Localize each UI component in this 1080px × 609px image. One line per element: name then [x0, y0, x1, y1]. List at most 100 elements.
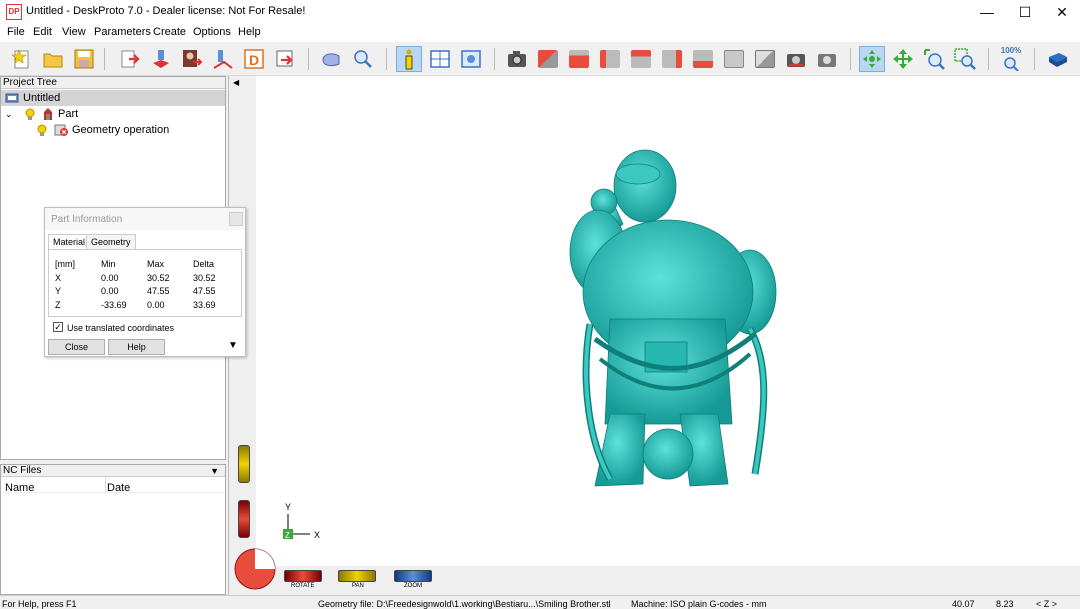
status-help: For Help, press F1 — [2, 599, 77, 609]
row-max: 47.55 — [147, 286, 170, 296]
status-coord-2: 8.23 — [996, 599, 1014, 609]
import-geometry-icon[interactable] — [117, 46, 143, 72]
collapse-left-icon[interactable]: ◀ — [233, 78, 239, 87]
new-file-icon[interactable] — [9, 46, 35, 72]
tab-geometry[interactable]: Geometry — [86, 234, 136, 250]
lightbulb-icon[interactable] — [23, 107, 37, 121]
view-iso-icon[interactable] — [535, 46, 561, 72]
expand-arrow-icon[interactable]: ▼ — [228, 340, 238, 351]
pan-label: PAN — [352, 583, 364, 589]
vector-icon[interactable] — [210, 46, 236, 72]
bitmap-icon[interactable] — [179, 46, 205, 72]
menu-help[interactable]: Help — [238, 26, 261, 38]
dropdown-arrow-icon[interactable]: ▼ — [210, 465, 219, 477]
zoom-window-icon[interactable] — [952, 46, 978, 72]
3d-viewport[interactable] — [232, 76, 1080, 595]
menu-parameters[interactable]: Parameters — [94, 26, 151, 38]
column-name[interactable]: Name — [5, 482, 34, 494]
dxf-icon[interactable]: D — [241, 46, 267, 72]
chevron-down-icon[interactable]: ⌄ — [5, 109, 17, 120]
rotate-wheel-icon[interactable] — [233, 547, 277, 591]
layout-icon[interactable] — [427, 46, 453, 72]
nc-files-title: NC Files — [3, 465, 42, 476]
operation-wizard-icon[interactable] — [148, 46, 174, 72]
lightbulb-icon[interactable] — [35, 123, 49, 137]
tree-item-part[interactable]: ⌄ Part — [5, 106, 78, 122]
row-min: 0.00 — [101, 273, 119, 283]
column-date[interactable]: Date — [107, 482, 130, 494]
zoom-100-icon[interactable]: 100% — [998, 46, 1024, 72]
status-coord-1: 40.07 — [952, 599, 975, 609]
maximize-icon[interactable]: ☐ — [1006, 0, 1044, 24]
row-max: 0.00 — [147, 300, 165, 310]
open-folder-icon[interactable] — [40, 46, 66, 72]
photo-icon[interactable] — [783, 46, 809, 72]
pan-control[interactable] — [338, 570, 376, 582]
save-icon[interactable] — [71, 46, 97, 72]
operation-icon — [54, 124, 68, 136]
preview-icon[interactable] — [318, 46, 344, 72]
header-unit: [mm] — [55, 259, 75, 269]
close-button[interactable]: Close — [48, 339, 105, 355]
view-right-icon[interactable] — [659, 46, 685, 72]
info-icon[interactable] — [396, 46, 422, 72]
translated-coords-label: Use translated coordinates — [67, 323, 175, 333]
svg-text:D: D — [249, 52, 259, 68]
minimize-icon[interactable]: — — [968, 0, 1006, 24]
menu-view[interactable]: View — [62, 26, 86, 38]
view-back-icon[interactable] — [597, 46, 623, 72]
header-delta: Delta — [193, 259, 215, 269]
render-icon[interactable] — [814, 46, 840, 72]
header-min: Min — [101, 259, 116, 269]
row-label: Y — [55, 286, 62, 296]
row-max: 30.52 — [147, 273, 170, 283]
zoom-control[interactable] — [394, 570, 432, 582]
title-bar: DP Untitled - DeskProto 7.0 - Dealer lic… — [0, 0, 1080, 24]
view-grey-icon[interactable] — [752, 46, 778, 72]
menu-file[interactable]: File — [7, 26, 25, 38]
display-icon[interactable] — [458, 46, 484, 72]
red-slider[interactable] — [238, 500, 250, 538]
rotate-control[interactable] — [284, 570, 322, 582]
window-title: Untitled - DeskProto 7.0 - Dealer licens… — [26, 5, 306, 17]
header-max: Max — [147, 259, 165, 269]
view-top-icon[interactable] — [690, 46, 716, 72]
close-icon[interactable]: ✕ — [1043, 0, 1080, 24]
row-delta: 33.69 — [193, 300, 216, 310]
tree-item-label: Part — [58, 108, 79, 120]
app-icon: DP — [6, 4, 22, 20]
menu-create[interactable]: Create — [153, 26, 186, 38]
project-tree-header: Project Tree — [1, 77, 225, 89]
dialog-close-icon[interactable] — [229, 212, 243, 226]
menu-options[interactable]: Options — [193, 26, 231, 38]
status-geometry-file: Geometry file: D:\Freedesignwold\1.worki… — [318, 599, 611, 609]
zoom-view-icon[interactable] — [921, 46, 947, 72]
help-button[interactable]: Help — [108, 339, 165, 355]
view-bottom-icon[interactable] — [721, 46, 747, 72]
project-icon — [5, 93, 19, 103]
nc-files-header[interactable]: NC Files ▼ — [1, 465, 225, 477]
yellow-slider[interactable] — [238, 445, 250, 483]
3d-model — [569, 149, 777, 487]
tree-item-label: Geometry operation — [72, 124, 170, 136]
translated-coords-checkbox[interactable]: ✓ — [53, 322, 63, 332]
zoom-label: ZOOM — [404, 583, 422, 589]
rotate-view-icon[interactable] — [859, 46, 885, 72]
view-front-icon[interactable] — [566, 46, 592, 72]
export-icon[interactable] — [272, 46, 298, 72]
menu-edit[interactable]: Edit — [33, 26, 52, 38]
pan-view-icon[interactable] — [890, 46, 916, 72]
help-book-icon[interactable] — [1045, 46, 1071, 72]
status-axis-mode: < Z > — [1036, 599, 1058, 609]
row-delta: 30.52 — [193, 273, 216, 283]
view-left-icon[interactable] — [628, 46, 654, 72]
dialog-title: Part Information — [45, 208, 245, 230]
zoom-100-label: 100% — [1000, 46, 1022, 55]
tab-material[interactable]: Material — [48, 234, 91, 250]
axis-label-x: X — [314, 530, 321, 540]
status-machine: Machine: ISO plain G-codes - mm — [631, 599, 767, 609]
camera-icon[interactable] — [504, 46, 530, 72]
tree-item-geometry-operation[interactable]: Geometry operation — [35, 122, 169, 138]
search-zoom-icon[interactable] — [349, 46, 375, 72]
tree-item-untitled[interactable]: Untitled — [1, 90, 225, 106]
